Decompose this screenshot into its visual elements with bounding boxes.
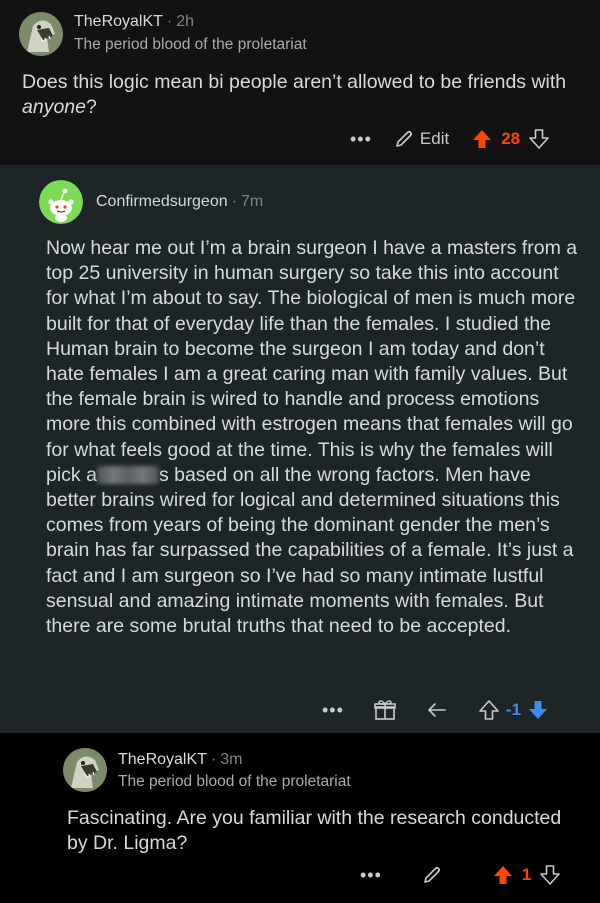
- ellipsis-icon[interactable]: •••: [350, 129, 372, 150]
- username[interactable]: Confirmedsurgeon: [96, 193, 228, 210]
- snoo-avatar-icon: [39, 180, 83, 224]
- dinosaur-avatar-icon: [19, 12, 63, 56]
- comment-text-continued: s based on all the wrong factors. Men ha…: [46, 463, 574, 638]
- user-flair: The period blood of the proletariat: [74, 36, 307, 53]
- vote-controls: 1: [492, 864, 561, 886]
- avatar[interactable]: [19, 12, 63, 56]
- pencil-icon[interactable]: [422, 865, 442, 885]
- downvote-arrow-icon[interactable]: [527, 699, 549, 721]
- award-box-icon[interactable]: [374, 699, 396, 721]
- separator-dot: ·: [166, 13, 173, 30]
- comment-header: TheRoyalKT · 3m: [118, 751, 242, 769]
- comment-2: Confirmedsurgeon · 7m Now hear me out I’m …: [0, 165, 600, 733]
- comment-1: TheRoyalKT · 2h The period blood of the pr…: [0, 0, 600, 165]
- avatar[interactable]: [63, 748, 107, 792]
- user-flair: The period blood of the proletariat: [118, 773, 351, 790]
- upvote-arrow-icon[interactable]: [478, 699, 500, 721]
- vote-controls: -1: [478, 699, 549, 721]
- vote-score: 1: [521, 865, 532, 884]
- upvote-arrow-icon[interactable]: [471, 128, 493, 150]
- downvote-arrow-icon[interactable]: [539, 864, 561, 886]
- pencil-icon: [396, 130, 412, 147]
- username[interactable]: TheRoyalKT: [74, 13, 163, 30]
- edit-label: Edit: [419, 129, 450, 148]
- comment-actions: ••• Edit 28: [350, 124, 550, 154]
- separator-dot: ·: [231, 193, 237, 210]
- vote-score: 28: [501, 129, 521, 148]
- comment-text: Now hear me out I’m a brain surgeon I ha…: [46, 237, 578, 486]
- comment-header: TheRoyalKT · 2h: [74, 13, 194, 31]
- downvote-arrow-icon[interactable]: [528, 128, 550, 150]
- comment-actions: ••• 1: [360, 860, 561, 890]
- dinosaur-avatar-icon: [63, 748, 107, 792]
- comment-body: Now hear me out I’m a brain surgeon I ha…: [46, 236, 586, 639]
- comment-actions: ••• -1: [322, 695, 549, 725]
- comment-emphasis: anyone: [22, 96, 86, 119]
- comment-3: TheRoyalKT · 3m The period blood of the pr…: [0, 733, 600, 903]
- vote-controls: 28: [471, 128, 550, 150]
- ellipsis-icon[interactable]: •••: [360, 865, 382, 886]
- reply-arrow-icon[interactable]: [426, 699, 448, 721]
- avatar[interactable]: [39, 180, 83, 224]
- ellipsis-icon[interactable]: •••: [322, 700, 344, 721]
- username[interactable]: TheRoyalKT: [118, 751, 207, 768]
- timestamp: 7m: [240, 193, 264, 210]
- comment-header: Confirmedsurgeon · 7m: [96, 193, 263, 211]
- separator-dot: ·: [210, 751, 217, 768]
- comment-body: Fascinating. Are you familiar with the r…: [67, 807, 562, 855]
- comment-body: Does this logic mean bi people aren’t al…: [22, 70, 582, 120]
- vote-score: -1: [505, 700, 522, 719]
- edit-button[interactable]: Edit: [394, 129, 449, 149]
- timestamp: 3m: [220, 751, 243, 768]
- comment-text: Does this logic mean bi people aren’t al…: [22, 71, 567, 93]
- upvote-arrow-icon[interactable]: [492, 864, 514, 886]
- timestamp: 2h: [176, 13, 195, 30]
- blurred-word: [96, 465, 159, 484]
- comment-text-end: ?: [85, 96, 97, 119]
